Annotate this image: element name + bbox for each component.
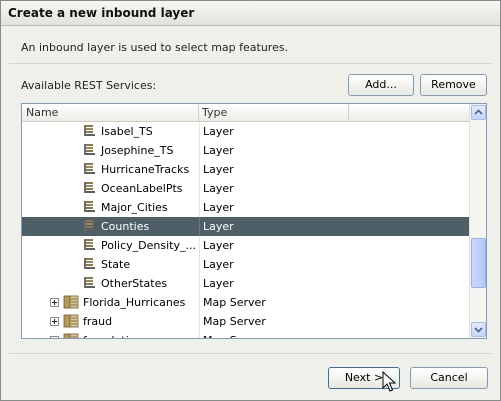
table-row[interactable]: HurricaneTracks Layer [22,160,469,179]
layer-icon [83,162,97,176]
expand-icon[interactable] [50,317,59,326]
vertical-scrollbar[interactable] [469,104,486,338]
layer-icon [83,257,97,271]
add-button[interactable]: Add... [348,74,414,96]
scroll-down-button[interactable] [471,322,486,337]
cancel-button[interactable]: Cancel [410,367,488,389]
row-type: Layer [203,239,234,252]
row-name: Counties [101,220,150,233]
map-server-icon [63,295,79,309]
row-name: Policy_Density_... [101,239,196,252]
cell-divider [199,217,200,236]
services-table: Name Type Isabel_TS Layer Josephine_TS Laye… [21,103,487,339]
layer-icon [83,124,97,138]
available-services-label: Available REST Services: [21,79,157,92]
layer-icon [83,181,97,195]
table-row[interactable]: Counties Layer [22,217,469,236]
cell-divider [199,179,200,198]
cell-divider [199,312,200,331]
row-name: fraud [83,315,113,328]
cell-divider [199,160,200,179]
row-type: Layer [203,258,234,271]
remove-button[interactable]: Remove [420,74,487,96]
table-row[interactable]: foundation Map Server [22,331,469,338]
map-server-icon [63,333,79,338]
dialog-title: Create a new inbound layer [8,6,195,20]
row-name: Florida_Hurricanes [83,296,186,309]
row-type: Map Server [203,296,266,309]
row-type: Layer [203,163,234,176]
dialog-title-bar: Create a new inbound layer [1,1,500,26]
layer-icon [83,219,97,233]
row-name: Major_Cities [101,201,168,214]
table-row[interactable]: Florida_Hurricanes Map Server [22,293,469,312]
chevron-down-icon [474,327,483,333]
expand-icon[interactable] [50,336,59,338]
column-header-type[interactable]: Type [202,106,227,119]
row-name: OceanLabelPts [101,182,183,195]
table-row[interactable]: Josephine_TS Layer [22,141,469,160]
map-server-icon [63,314,79,328]
dialog-description: An inbound layer is used to select map f… [21,41,289,54]
header-divider [9,63,492,64]
table-row[interactable]: fraud Map Server [22,312,469,331]
row-type: Layer [203,125,234,138]
row-type: Map Server [203,315,266,328]
cell-divider [199,198,200,217]
row-type: Map Server [203,334,266,338]
table-row[interactable]: OtherStates Layer [22,274,469,293]
row-type: Layer [203,220,234,233]
row-name: foundation [83,334,142,338]
expand-icon[interactable] [50,298,59,307]
scroll-up-button[interactable] [471,105,486,120]
table-row[interactable]: State Layer [22,255,469,274]
layer-icon [83,238,97,252]
row-type: Layer [203,182,234,195]
row-type: Layer [203,144,234,157]
mouse-cursor-icon [382,371,396,392]
column-header-name[interactable]: Name [26,106,58,119]
layer-icon [83,276,97,290]
cell-divider [199,122,200,141]
layer-icon [83,143,97,157]
column-divider[interactable] [198,104,199,121]
row-name: State [101,258,131,271]
cell-divider [199,293,200,312]
scroll-thumb[interactable] [471,238,486,288]
cell-divider [199,141,200,160]
table-row[interactable]: Policy_Density_... Layer [22,236,469,255]
row-name: HurricaneTracks [101,163,190,176]
row-name: Josephine_TS [101,144,174,157]
row-name: OtherStates [101,277,168,290]
cell-divider [199,255,200,274]
table-row[interactable]: Major_Cities Layer [22,198,469,217]
footer-divider [9,353,492,354]
table-row[interactable]: Isabel_TS Layer [22,122,469,141]
chevron-up-icon [474,109,483,115]
column-divider[interactable] [348,104,349,121]
cell-divider [199,236,200,255]
table-row[interactable]: OceanLabelPts Layer [22,179,469,198]
layer-icon [83,200,97,214]
cell-divider [199,331,200,338]
row-type: Layer [203,201,234,214]
dialog-window: Create a new inbound layer An inbound la… [0,0,501,401]
row-name: Isabel_TS [101,125,153,138]
table-body: Isabel_TS Layer Josephine_TS Layer Hurricane… [22,122,469,338]
table-header: Name Type [22,104,469,122]
row-type: Layer [203,277,234,290]
cell-divider [199,274,200,293]
